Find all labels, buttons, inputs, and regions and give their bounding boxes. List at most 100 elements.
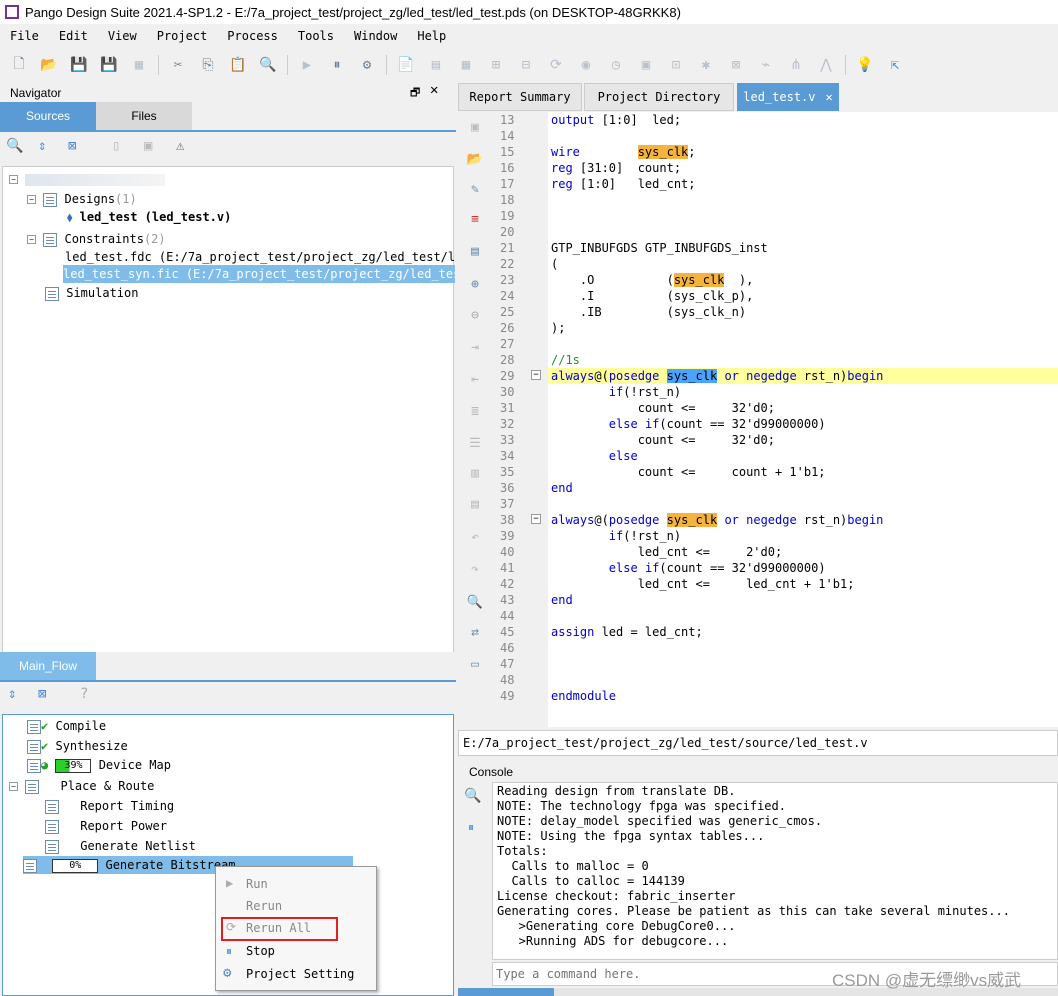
flow-collapse-icon[interactable]: ⊠ [38, 686, 46, 702]
save-all-icon[interactable]: ▦ [128, 54, 150, 76]
menu-rerun-all[interactable]: Rerun All [246, 919, 311, 937]
power-icon[interactable]: ⌁ [755, 54, 777, 76]
save-icon[interactable]: 💾 [68, 54, 90, 76]
console-search-icon[interactable]: 🔍 [464, 788, 481, 804]
constraints-label[interactable]: Constraints [64, 232, 143, 246]
designs-label[interactable]: Designs [64, 192, 115, 206]
doc-icon[interactable]: ▤ [466, 242, 484, 260]
menu-edit[interactable]: Edit [49, 29, 98, 43]
menu-rerun[interactable]: Rerun [246, 897, 282, 915]
console-pause-icon[interactable]: ⏸ [468, 820, 474, 835]
tab-led-test-v[interactable]: led_test.v ✕ [737, 83, 839, 111]
tab-sources[interactable]: Sources [0, 102, 96, 130]
fic-file-item[interactable]: led_test_syn.fic (E:/7a_project_test/pro… [63, 265, 455, 283]
flow-synthesize[interactable]: Synthesize [55, 739, 127, 753]
stop-icon[interactable]: ⏸ [326, 54, 348, 76]
open-icon[interactable]: 📂 [466, 150, 484, 168]
menu-file[interactable]: File [0, 29, 49, 43]
copy-icon[interactable]: ⎘ [197, 54, 219, 76]
menu-window[interactable]: Window [344, 29, 407, 43]
code-line: .O (sys_clk ), [551, 273, 754, 287]
replace-icon[interactable]: ⇄ [466, 623, 484, 641]
collapse-all-icon[interactable]: ⊠ [68, 138, 76, 154]
find-icon[interactable]: 🔍 [257, 54, 279, 76]
tree-icon[interactable]: ⋀ [815, 54, 837, 76]
search-icon[interactable]: 🔍 [6, 138, 23, 154]
cut-icon[interactable]: ✂ [167, 54, 189, 76]
find-icon[interactable]: 🔍 [466, 593, 484, 611]
fpga-icon[interactable]: ◉ [575, 54, 597, 76]
chip-icon[interactable]: ▣ [635, 54, 657, 76]
edit-icon[interactable]: ✎ [466, 180, 484, 198]
help-icon[interactable]: ? [80, 686, 88, 702]
menu-tools[interactable]: Tools [288, 29, 344, 43]
project-node[interactable] [25, 173, 166, 186]
save-as-icon[interactable]: 💾 [98, 54, 120, 76]
inserter-icon[interactable]: ⊡ [665, 54, 687, 76]
tab-project-directory[interactable]: Project Directory [584, 83, 734, 111]
close-icon[interactable]: ✕ [430, 82, 438, 98]
align-icon[interactable]: ≣ [466, 402, 484, 420]
refresh-icon[interactable]: ⟳ [545, 54, 567, 76]
menu-run[interactable]: Run [246, 875, 268, 893]
flow-expand-icon[interactable]: ⇕ [8, 686, 16, 702]
list-icon[interactable]: ☰ [466, 434, 484, 452]
paste-icon[interactable]: 📋 [227, 54, 249, 76]
save-icon[interactable]: ▣ [466, 118, 484, 136]
tab-close-icon[interactable]: ✕ [826, 90, 833, 104]
indent-icon[interactable]: ⇥ [466, 338, 484, 356]
simulation-label[interactable]: Simulation [66, 286, 138, 300]
undo-icon[interactable]: ↶ [466, 528, 484, 546]
fold-icon[interactable]: − [531, 514, 541, 524]
open-folder-icon[interactable]: 📂 [38, 54, 60, 76]
summary-icon[interactable]: ▤ [425, 54, 447, 76]
netlist-icon[interactable]: ⊟ [515, 54, 537, 76]
grid-icon[interactable]: ▦ [455, 54, 477, 76]
restore-icon[interactable]: 🗗 [410, 84, 420, 103]
flow-report-timing[interactable]: Report Timing [80, 799, 174, 813]
settings-icon[interactable]: ⚙ [356, 54, 378, 76]
zoom-in-icon[interactable]: ⊕ [466, 275, 484, 293]
table-icon[interactable]: ▥ [466, 464, 484, 482]
run-icon[interactable]: ▶ [296, 54, 318, 76]
menu-project-setting[interactable]: Project Setting [246, 965, 354, 983]
menu-stop[interactable]: Stop [246, 942, 275, 960]
tab-main-flow[interactable]: Main_Flow [0, 652, 96, 680]
new-file-icon[interactable]: 🗋 [8, 54, 30, 76]
tab-report-summary[interactable]: Report Summary [458, 83, 582, 111]
code-line: count <= 32'd0; [551, 433, 775, 447]
menu-process[interactable]: Process [217, 29, 288, 43]
outdent-icon[interactable]: ⇤ [466, 370, 484, 388]
tab-files[interactable]: Files [96, 102, 192, 130]
flow-report-power[interactable]: Report Power [80, 819, 167, 833]
program-icon[interactable]: ⊠ [725, 54, 747, 76]
print-icon[interactable]: ▭ [466, 655, 484, 673]
flow-generate-netlist[interactable]: Generate Netlist [80, 839, 196, 853]
timing-icon[interactable]: ◷ [605, 54, 627, 76]
ip-icon[interactable]: ▯ [112, 138, 120, 154]
line-number: 24 [500, 289, 515, 303]
menu-help[interactable]: Help [407, 29, 456, 43]
fold-icon[interactable]: − [531, 370, 541, 380]
bottom-scroll-indicator[interactable] [458, 988, 554, 996]
schematic-icon[interactable]: ⊞ [485, 54, 507, 76]
flow-place-route[interactable]: Place & Route [60, 779, 154, 793]
expand-all-icon[interactable]: ⇕ [38, 138, 46, 154]
comment-icon[interactable]: ≡ [466, 210, 484, 228]
add-source-icon[interactable]: ▣ [144, 138, 152, 154]
report-icon[interactable]: 📄 [395, 54, 417, 76]
zoom-out-icon[interactable]: ⊖ [466, 306, 484, 324]
top-module-item[interactable]: led_test (led_test.v) [80, 210, 232, 224]
warning-icon[interactable]: ⚠ [176, 138, 184, 154]
flow-device-map[interactable]: Device Map [99, 758, 171, 772]
fdc-file-item[interactable]: led_test.fdc (E:/7a_project_test/project… [65, 248, 455, 266]
debug-icon[interactable]: ✱ [695, 54, 717, 76]
redo-icon[interactable]: ↷ [466, 560, 484, 578]
menu-view[interactable]: View [98, 29, 147, 43]
flow-compile[interactable]: Compile [55, 719, 106, 733]
tip-bulb-icon[interactable]: 💡 [854, 54, 876, 76]
launch-icon[interactable]: ⇱ [884, 54, 906, 76]
format-icon[interactable]: ▤ [466, 495, 484, 513]
menu-project[interactable]: Project [147, 29, 218, 43]
hierarchy-icon[interactable]: ⋔ [785, 54, 807, 76]
